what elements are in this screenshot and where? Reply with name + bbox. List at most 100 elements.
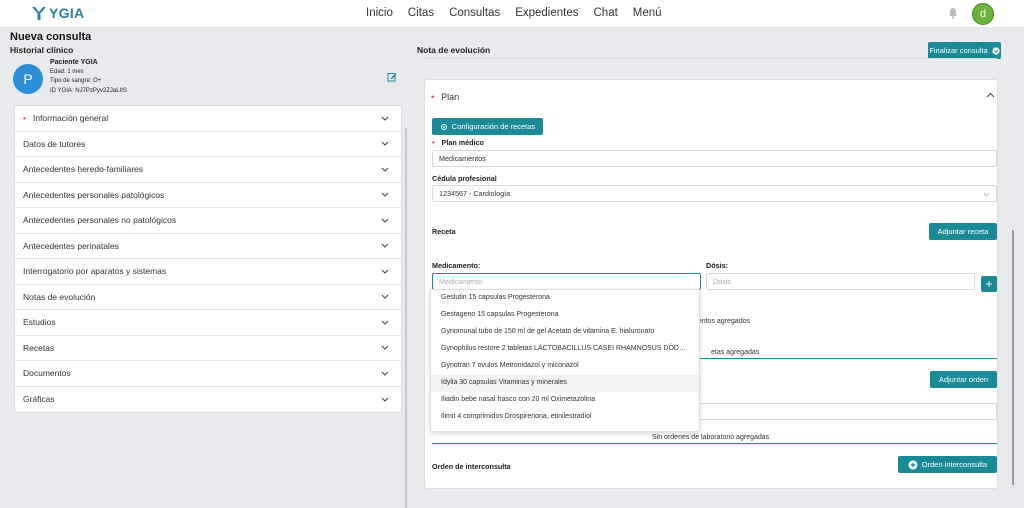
medicamento-label: Medicamento:: [432, 261, 481, 270]
accordion-item-label: Antecedentes personales no patológicos: [23, 215, 176, 225]
nav-expedientes[interactable]: Expedientes: [515, 7, 578, 19]
chevron-down-icon: [381, 167, 389, 172]
left-column: Nueva consulta Historial clínico P Pacie…: [0, 28, 410, 508]
chevron-up-icon[interactable]: [986, 92, 995, 98]
ordenes-divider: [432, 443, 997, 444]
accordion-item[interactable]: Estudios: [15, 310, 401, 336]
accordion-item[interactable]: Notas de evolución: [15, 285, 401, 310]
chevron-down-icon: [381, 269, 389, 274]
accordion-label-text: Antecedentes heredo-familiares: [23, 164, 144, 175]
cedula-select[interactable]: 1234567 - Cardiología: [432, 185, 997, 202]
nav-chat[interactable]: Chat: [594, 7, 618, 19]
patient-age: Edad: 1 mes: [50, 68, 84, 75]
accordion-item-label: Recetas: [23, 343, 54, 353]
accordion-label-text: Antecedentes personales patológicos: [23, 189, 165, 200]
dropdown-option[interactable]: Ilimit 4 comprimidos Drospirenona, etini…: [431, 409, 699, 426]
accordion-item[interactable]: Antecedentes personales no patológicos: [15, 208, 401, 234]
accordion-item[interactable]: Antecedentes personales patológicos: [15, 183, 401, 208]
recetas-agregadas-text: etas agregadas: [711, 349, 760, 356]
nav-citas[interactable]: Citas: [408, 7, 434, 19]
nav-consultas[interactable]: Consultas: [449, 7, 500, 19]
main-nav: Inicio Citas Consultas Expedientes Chat …: [366, 7, 677, 19]
finalize-label: Finalizar consulta: [929, 46, 988, 55]
dropdown-option[interactable]: Gynomunal tubo de 150 ml de gel Acetato …: [431, 324, 699, 341]
left-scrollbar[interactable]: [405, 128, 407, 508]
accordion-label-text: Gráficas: [23, 394, 55, 405]
plan-medico-input[interactable]: Medicamentos: [432, 150, 997, 167]
bell-icon[interactable]: [948, 7, 958, 19]
orden-interconsulta-button[interactable]: Orden interconsulta: [898, 456, 997, 473]
plan-medico-label: • Plan médico: [432, 138, 484, 147]
edit-icon[interactable]: [387, 72, 397, 82]
plan-header[interactable]: • Plan: [431, 92, 459, 102]
patient-id: ID YGIA: NJ7PzPyv2ZJaLIIS: [50, 87, 127, 94]
accordion-item-label: Notas de evolución: [23, 292, 95, 302]
gear-icon: [440, 123, 447, 130]
accordion-label-text: Antecedentes personales no patológicos: [23, 215, 177, 226]
ygia-logo[interactable]: YGIA: [31, 5, 84, 21]
nav-inicio[interactable]: Inicio: [366, 7, 393, 19]
medicamento-input[interactable]: Medicamento: [432, 273, 701, 290]
dropdown-option[interactable]: Gynophilus restore 2 tabletas LACTOBACIL…: [431, 341, 699, 358]
user-avatar[interactable]: d: [972, 3, 994, 25]
right-scrollbar[interactable]: [1012, 230, 1014, 485]
medicamento-dropdown: Geslutin 15 capsulas Progesterona Gestage…: [430, 289, 700, 432]
required-mark: •: [23, 113, 26, 124]
accordion-label-text: Antecedentes perinatales: [23, 240, 119, 251]
accordion-label-text: Estudios: [23, 317, 56, 328]
patient-info: Paciente YGIA Edad: 1 mes Tipo de sangre…: [50, 58, 127, 96]
accordion-item[interactable]: Gráficas: [15, 387, 401, 413]
accordion-item-label: Gráficas: [23, 394, 55, 404]
patient-blood: Tipo de sangre: O+: [50, 78, 102, 84]
top-bar: YGIA Inicio Citas Consultas Expedientes …: [0, 0, 1024, 28]
config-recetas-label: Configuración de recetas: [451, 122, 536, 131]
orden-interconsulta-label-btn: Orden interconsulta: [921, 460, 988, 469]
patient-avatar: P: [13, 64, 43, 94]
chevron-down-icon: [381, 243, 389, 249]
nav-menu[interactable]: Menú: [633, 7, 662, 19]
accordion-item-label: Antecedentes heredo-familiares: [23, 164, 143, 174]
adjuntar-orden-button[interactable]: Adjuntar orden: [930, 371, 997, 388]
add-medicamento-button[interactable]: +: [981, 276, 997, 292]
accordion-item[interactable]: Antecedentes heredo-familiares: [15, 157, 401, 183]
chevron-down-icon: [381, 397, 389, 402]
dropdown-option[interactable]: Gynotran 7 ovulos Metronidazol y miconaz…: [431, 358, 699, 375]
cedula-value: 1234567 - Cardiología: [439, 189, 511, 198]
receta-label: Receta: [432, 227, 456, 236]
logo-icon: [32, 7, 46, 20]
sin-ordenes-text: Sin ordenes de laboratorio agregadas: [652, 434, 770, 441]
chevron-down-icon: [381, 371, 389, 376]
dropdown-option[interactable]: Iliadin bebe nasal frasco con 20 ml Oxim…: [431, 392, 699, 409]
patient-name: Paciente YGIA: [50, 59, 98, 66]
accordion-item[interactable]: Datos de tutores: [15, 132, 401, 157]
check-circle-icon: [992, 46, 1000, 55]
chevron-down-icon: [381, 218, 389, 223]
accordion-item[interactable]: • Información general: [15, 106, 401, 132]
accordion-item-label: Datos de tutores: [23, 139, 85, 149]
cedula-label: Cédula profesional: [432, 174, 497, 183]
orden-interconsulta-label: Orden de interconsulta: [432, 462, 511, 471]
accordion-item-label: Antecedentes personales patológicos: [23, 190, 164, 200]
dosis-input[interactable]: Dósis: [706, 273, 975, 290]
accordion-item-label: Antecedentes perinatales: [23, 241, 119, 251]
chevron-down-icon: [381, 320, 389, 325]
chevron-down-icon: [983, 192, 990, 197]
finalize-button[interactable]: Finalizar consulta: [928, 42, 1001, 59]
accordion-item[interactable]: Documentos: [15, 361, 401, 387]
dropdown-option[interactable]: Geslutin 15 capsulas Progesterona: [431, 290, 699, 307]
adjuntar-receta-button[interactable]: Adjuntar receta: [929, 223, 997, 240]
accordion-item-label: Estudios: [23, 317, 56, 327]
accordion-item[interactable]: Recetas: [15, 336, 401, 361]
history-accordion: • Información general Datos de tutores Ante…: [14, 105, 402, 413]
dropdown-option[interactable]: Idylia 30 capsulas Vitaminas y minerales: [431, 375, 699, 392]
plus-circle-icon: [908, 460, 918, 469]
accordion-label-text: Documentos: [23, 368, 71, 379]
accordion-item-label: Interrogatorio por aparatos y sistemas: [23, 266, 166, 276]
dropdown-option[interactable]: Gestageno 15 capsulas Progesterona: [431, 307, 699, 324]
accordion-item[interactable]: Antecedentes perinatales: [15, 234, 401, 259]
config-recetas-button[interactable]: Configuración de recetas: [432, 118, 543, 135]
chevron-down-icon: [381, 294, 389, 300]
accordion-item[interactable]: Interrogatorio por aparatos y sistemas: [15, 259, 401, 285]
chevron-down-icon: [381, 345, 389, 351]
orden-input[interactable]: [698, 403, 997, 420]
